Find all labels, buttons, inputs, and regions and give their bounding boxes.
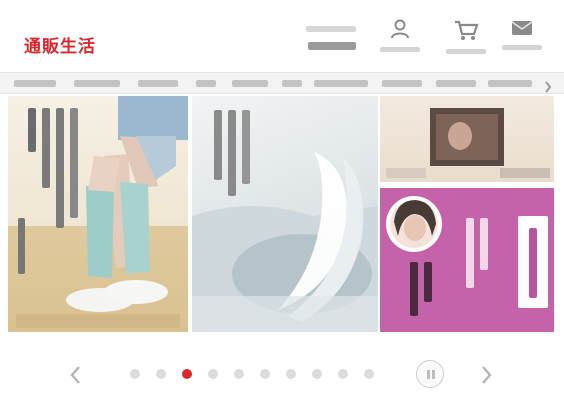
person-caption-col-2 — [424, 262, 432, 302]
legs-slide[interactable] — [8, 96, 188, 332]
water-caption-col-2 — [228, 110, 236, 196]
carousel-dot-9[interactable] — [338, 369, 348, 379]
hero-banner — [8, 96, 554, 332]
search-label — [306, 26, 356, 32]
legs-caption-col-4 — [70, 108, 78, 218]
carousel-dots — [124, 367, 384, 381]
carousel-next-button[interactable] — [476, 364, 496, 386]
carousel-dot-5[interactable] — [234, 369, 244, 379]
catalog-search[interactable] — [300, 22, 366, 60]
carousel-prev-button[interactable] — [66, 364, 86, 386]
person-caption-col-3 — [466, 218, 474, 288]
mypage-label — [380, 47, 420, 52]
chevron-left-icon — [70, 366, 80, 384]
nav-item-8[interactable] — [382, 80, 422, 87]
video-slide[interactable] — [380, 96, 554, 182]
nav-item-9[interactable] — [436, 80, 476, 87]
carousel-dot-4[interactable] — [208, 369, 218, 379]
chevron-right-icon — [482, 366, 492, 384]
nav-item-1[interactable] — [14, 80, 56, 87]
site-logo[interactable]: 通販生活 — [24, 32, 96, 57]
nav-item-5[interactable] — [232, 80, 268, 87]
person-caption-col-4 — [480, 218, 488, 270]
cart-label — [446, 49, 486, 54]
person-badge-text — [529, 228, 537, 298]
water-caption-col-3 — [242, 110, 250, 184]
nav-scroll-right-icon[interactable] — [544, 78, 552, 93]
carousel-dot-6[interactable] — [260, 369, 270, 379]
cart-button[interactable] — [438, 18, 494, 64]
mypage-button[interactable] — [372, 18, 428, 64]
carousel-dot-3[interactable] — [182, 369, 192, 379]
carousel-dot-10[interactable] — [364, 369, 374, 379]
legs-caption-col-1 — [28, 108, 36, 152]
water-slide[interactable] — [192, 96, 378, 332]
nav-item-3[interactable] — [138, 80, 178, 87]
nav-item-6[interactable] — [282, 80, 302, 87]
video-thumbnail — [386, 108, 550, 178]
carousel-pause-button[interactable] — [416, 360, 444, 388]
carousel-dot-2[interactable] — [156, 369, 166, 379]
category-nav — [0, 72, 564, 94]
pause-icon — [417, 361, 443, 387]
person-caption-col-1 — [410, 262, 418, 316]
water-caption-col-1 — [214, 110, 222, 180]
site-header: 通販生活 — [0, 0, 564, 70]
legs-caption-col-5 — [18, 218, 25, 274]
cart-icon — [455, 20, 479, 40]
person-slide[interactable] — [380, 188, 554, 332]
mail-icon — [511, 21, 533, 35]
legs-caption-col-2 — [42, 108, 50, 188]
legs-caption-col-3 — [56, 108, 64, 228]
carousel-dot-7[interactable] — [286, 369, 296, 379]
nav-item-7[interactable] — [314, 80, 368, 87]
mail-label — [502, 45, 542, 50]
carousel-dot-1[interactable] — [130, 369, 140, 379]
person-icon — [391, 19, 409, 39]
carousel-dot-8[interactable] — [312, 369, 322, 379]
mail-button[interactable] — [494, 18, 550, 64]
nav-item-4[interactable] — [196, 80, 216, 87]
nav-item-10[interactable] — [488, 80, 532, 87]
search-value — [308, 42, 356, 50]
nav-item-2[interactable] — [74, 80, 120, 87]
